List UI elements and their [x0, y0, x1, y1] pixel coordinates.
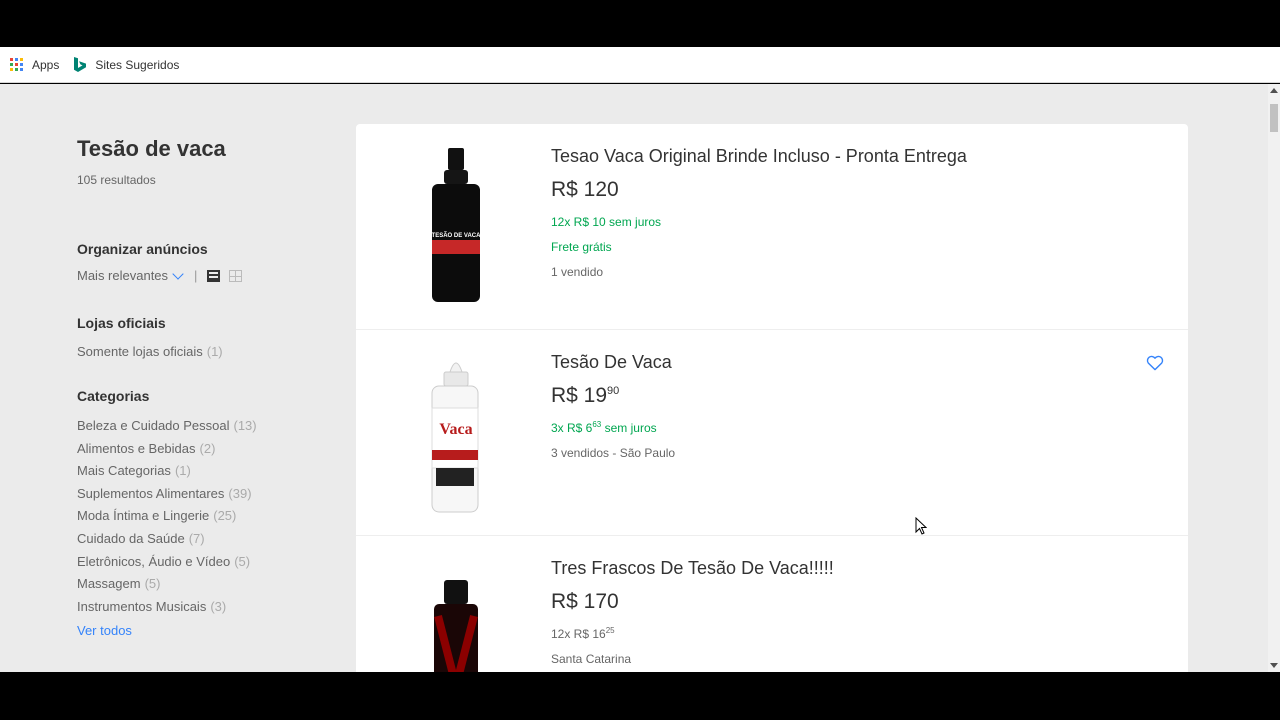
- bookmark-sites-label: Sites Sugeridos: [95, 57, 180, 72]
- official-stores-label: Somente lojas oficiais: [77, 344, 203, 359]
- category-filter[interactable]: Beleza e Cuidado Pessoal (13): [77, 418, 257, 433]
- category-filter[interactable]: Moda Íntima e Lingerie (25): [77, 508, 236, 523]
- video-letterbox-bottom: [0, 672, 1280, 720]
- installments-suffix: sem juros: [601, 421, 657, 435]
- list-view-icon[interactable]: [207, 269, 221, 282]
- bottle-label-text: Vaca: [439, 421, 472, 438]
- item-price-cents: 90: [607, 385, 620, 397]
- category-label: Eletrônicos, Áudio e Vídeo: [77, 553, 231, 569]
- category-filter[interactable]: Cuidado da Saúde (7): [77, 531, 205, 546]
- item-title[interactable]: Tesao Vaca Original Brinde Incluso - Pro…: [551, 146, 967, 167]
- category-filter[interactable]: Massagem (5): [77, 576, 160, 591]
- grid-view-icon[interactable]: [229, 269, 243, 282]
- category-label: Massagem: [77, 576, 141, 592]
- product-image[interactable]: [396, 556, 516, 672]
- category-label: Mais Categorias: [77, 463, 171, 479]
- heart-icon[interactable]: [1146, 355, 1164, 371]
- category-count: (2): [199, 440, 216, 456]
- sort-separator: |: [194, 268, 198, 283]
- category-count: (39): [228, 485, 252, 501]
- categories-title: Categorias: [77, 388, 150, 404]
- results-list: TESÃO DE VACA Tesao Vaca Original Brinde…: [356, 124, 1188, 672]
- item-price: R$ 120: [551, 178, 619, 202]
- bottle-label-text: TESÃO DE VACA: [432, 232, 482, 239]
- sort-row: Mais relevantes |: [77, 267, 243, 283]
- category-label: Cuidado da Saúde: [77, 531, 185, 546]
- category-count: (5): [144, 576, 161, 592]
- category-filter[interactable]: Eletrônicos, Áudio e Vídeo (5): [77, 554, 250, 569]
- bing-icon: [74, 56, 87, 72]
- item-location: Santa Catarina: [551, 652, 632, 666]
- category-count: (5): [234, 553, 251, 569]
- category-filter[interactable]: Suplementos Alimentares (39): [77, 486, 252, 501]
- official-stores-count: (1): [206, 344, 223, 359]
- scroll-up-arrow-icon[interactable]: [1270, 88, 1278, 93]
- bookmark-apps-label: Apps: [32, 57, 60, 72]
- official-stores-title: Lojas oficiais: [77, 315, 166, 331]
- item-price: R$ 170: [551, 590, 619, 614]
- bookmark-apps[interactable]: Apps: [10, 58, 59, 72]
- category-filter[interactable]: Instrumentos Musicais (3): [77, 599, 226, 614]
- see-all-categories-link[interactable]: Ver todos: [77, 623, 132, 638]
- item-title[interactable]: Tesão De Vaca: [551, 352, 672, 373]
- page-content: Tesão de vaca 105 resultados Organizar a…: [0, 84, 1268, 672]
- results-count: 105 resultados: [77, 173, 156, 187]
- chevron-down-icon[interactable]: [172, 267, 184, 280]
- category-filter[interactable]: Mais Categorias (1): [77, 463, 191, 478]
- free-shipping-label: Frete grátis: [551, 240, 612, 254]
- item-installments: 12x R$ 1625: [551, 626, 615, 641]
- result-item[interactable]: Tres Frascos De Tesão De Vaca!!!!! R$ 17…: [356, 536, 1188, 672]
- category-count: (7): [188, 531, 205, 546]
- item-price: R$ 1990: [551, 384, 619, 408]
- item-price-main: R$ 19: [551, 384, 608, 407]
- installments-cents: 63: [592, 420, 602, 429]
- category-count: (3): [210, 598, 227, 614]
- scroll-thumb[interactable]: [1270, 104, 1278, 132]
- category-label: Alimentos e Bebidas: [77, 440, 196, 456]
- item-title[interactable]: Tres Frascos De Tesão De Vaca!!!!!: [551, 558, 834, 579]
- item-price-main: R$ 170: [551, 590, 619, 613]
- category-filter[interactable]: Alimentos e Bebidas (2): [77, 441, 215, 456]
- result-item[interactable]: Vaca Tesão De Vaca R$ 1990 3x R$ 663 sem…: [356, 330, 1188, 536]
- search-title: Tesão de vaca: [77, 136, 226, 161]
- category-count: (13): [233, 418, 257, 433]
- installments-prefix: 3x R$ 6: [551, 421, 593, 435]
- category-count: (25): [213, 508, 237, 524]
- product-image[interactable]: Vaca: [396, 350, 516, 515]
- product-image[interactable]: TESÃO DE VACA: [396, 144, 516, 309]
- bookmarks-bar: Apps Sites Sugeridos: [0, 47, 1280, 83]
- item-installments: 3x R$ 663 sem juros: [551, 420, 657, 435]
- sort-dropdown[interactable]: Mais relevantes: [77, 268, 168, 283]
- mouse-cursor-icon: [915, 517, 927, 535]
- vertical-scrollbar[interactable]: [1268, 84, 1280, 672]
- item-sold: 1 vendido: [551, 265, 604, 279]
- category-label: Beleza e Cuidado Pessoal: [77, 418, 230, 433]
- installments-prefix: 12x R$ 10: [551, 215, 606, 229]
- apps-grid-icon: [10, 58, 23, 71]
- bookmark-sites-sugeridos[interactable]: Sites Sugeridos: [73, 56, 180, 73]
- installments-cents: 25: [605, 626, 615, 635]
- installments-suffix: sem juros: [605, 215, 662, 229]
- item-sold: 3 vendidos - São Paulo: [551, 446, 676, 460]
- scroll-down-arrow-icon[interactable]: [1270, 663, 1278, 668]
- category-label: Moda Íntima e Lingerie: [77, 508, 210, 524]
- result-item[interactable]: TESÃO DE VACA Tesao Vaca Original Brinde…: [356, 124, 1188, 330]
- category-label: Instrumentos Musicais: [77, 598, 207, 614]
- category-count: (1): [174, 463, 191, 479]
- official-stores-filter[interactable]: Somente lojas oficiais (1): [77, 344, 223, 359]
- video-letterbox-top: [0, 0, 1280, 47]
- category-label: Suplementos Alimentares: [77, 485, 225, 501]
- item-installments: 12x R$ 10 sem juros: [551, 215, 661, 229]
- installments-prefix: 12x R$ 16: [551, 627, 606, 641]
- sort-section-title: Organizar anúncios: [77, 241, 208, 257]
- item-price-main: R$ 120: [551, 178, 619, 201]
